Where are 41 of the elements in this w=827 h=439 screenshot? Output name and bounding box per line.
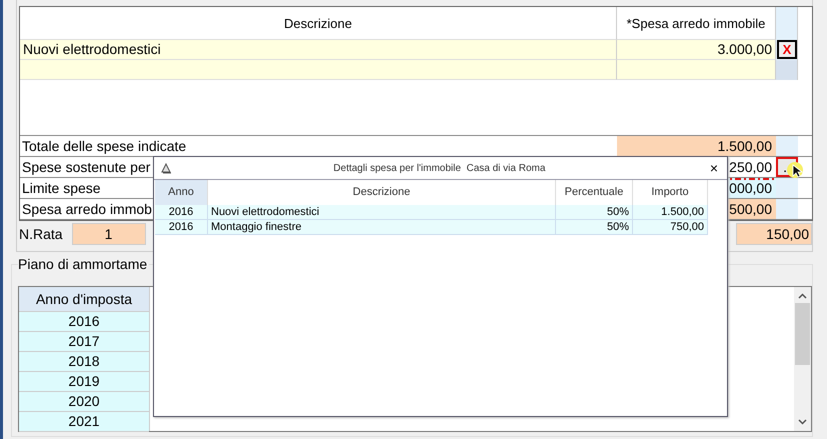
table-cell: Nuovi elettrodomestici	[208, 205, 556, 220]
row-gutter	[776, 136, 798, 156]
table-cell: Nuovi elettrodomestici	[20, 40, 617, 60]
installment-number-field[interactable]: 1	[72, 223, 146, 245]
table-cell: Montaggio finestre	[208, 220, 556, 235]
table-cell: 50%	[556, 220, 633, 235]
close-button[interactable]: ×	[706, 160, 721, 176]
table-cell: 2017	[19, 332, 149, 352]
app-icon	[160, 162, 172, 174]
row-gutter	[776, 178, 798, 198]
column-header: Anno	[155, 180, 208, 205]
table-cell: 2021	[19, 412, 149, 432]
scroll-up-icon[interactable]	[798, 293, 807, 299]
summary-label: Spesa arredo immob	[22, 201, 152, 217]
table-cell: 2020	[19, 392, 149, 412]
column-header: Anno d'imposta	[19, 287, 149, 312]
table-cell: 2016	[155, 205, 208, 220]
summary-label: Totale delle spese indicate	[22, 138, 186, 154]
group-title: Piano di ammortame	[18, 256, 150, 272]
column-header: Descrizione	[20, 7, 617, 40]
table-cell: 1.500,00	[633, 205, 708, 220]
dialog-title: Dettagli spesa per l'immobile Casa di via Roma	[332, 162, 546, 174]
table-cell: 2018	[19, 352, 149, 372]
scrollbar[interactable]	[794, 287, 811, 431]
summary-label: Spese sostenute per	[22, 159, 150, 175]
cursor-icon	[785, 160, 805, 180]
row-gutter	[776, 199, 798, 219]
column-header: *Spesa arredo immobile	[617, 7, 776, 40]
installment-amount-field[interactable]: 150,00	[736, 223, 812, 245]
scroll-down-icon[interactable]	[798, 419, 807, 425]
table-cell: 2019	[19, 372, 149, 392]
table-cell: 750,00	[633, 220, 708, 235]
delete-button[interactable]: X	[777, 40, 797, 59]
summary-value: 1.500,00	[617, 136, 776, 156]
table-cell: 3.000,00	[617, 40, 776, 60]
table-cell: 2016	[155, 220, 208, 235]
scrollbar-thumb[interactable]	[795, 303, 810, 365]
summary-label: Limite spese	[22, 180, 101, 196]
table-cell: 2016	[19, 312, 149, 332]
table-cell: 50%	[556, 205, 633, 220]
field-label: N.Rata	[19, 226, 63, 242]
